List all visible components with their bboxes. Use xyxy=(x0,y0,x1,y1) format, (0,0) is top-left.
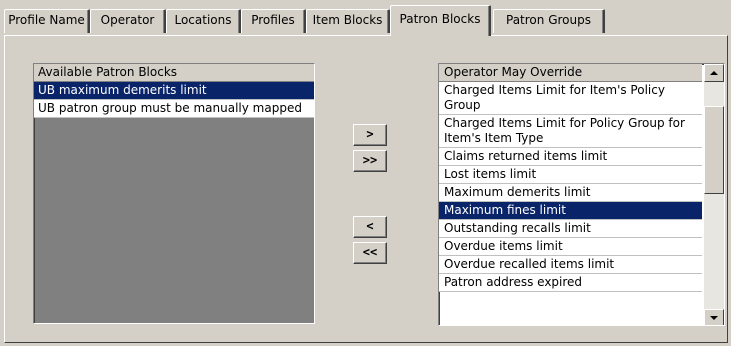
tab-profile-name[interactable]: Profile Name xyxy=(4,9,90,33)
list-item[interactable]: UB maximum demerits limit xyxy=(34,82,314,100)
list-content: Operator May Override Charged Items Limi… xyxy=(439,64,702,325)
chevron-down-icon xyxy=(710,316,718,320)
tab-strip: Profile Name Operator Locations Profiles… xyxy=(0,0,731,40)
list-item[interactable]: Maximum fines limit xyxy=(439,202,702,220)
list-item[interactable]: Maximum demerits limit xyxy=(439,184,702,202)
tab-label: Patron Groups xyxy=(506,13,591,27)
list-item[interactable]: UB patron group must be manually mapped xyxy=(34,100,314,118)
scroll-thumb[interactable] xyxy=(704,106,724,194)
chevron-up-icon xyxy=(710,71,718,75)
add-button[interactable]: > xyxy=(353,124,387,146)
tab-operator[interactable]: Operator xyxy=(90,9,166,33)
list-header: Available Patron Blocks xyxy=(34,64,314,82)
list-item[interactable]: Patron address expired xyxy=(439,274,702,292)
available-patron-blocks-list[interactable]: Available Patron Blocks UB maximum demer… xyxy=(33,63,315,324)
tab-label: Profile Name xyxy=(8,13,85,27)
list-item[interactable]: Claims returned items limit xyxy=(439,148,702,166)
list-item[interactable]: Charged Items Limit for Policy Group for… xyxy=(439,115,702,148)
remove-button[interactable]: < xyxy=(353,216,387,238)
scroll-down-button[interactable] xyxy=(704,309,724,325)
list-header: Operator May Override xyxy=(439,64,702,82)
vertical-scrollbar[interactable] xyxy=(704,64,724,325)
tab-label: Locations xyxy=(174,13,232,27)
tab-profiles[interactable]: Profiles xyxy=(241,9,306,33)
operator-may-override-list[interactable]: Operator May Override Charged Items Limi… xyxy=(438,63,725,326)
scroll-up-button[interactable] xyxy=(704,64,724,82)
tab-patron-groups[interactable]: Patron Groups xyxy=(493,9,605,33)
tab-item-blocks[interactable]: Item Blocks xyxy=(306,9,390,33)
tab-label: Profiles xyxy=(251,13,295,27)
list-item[interactable]: Overdue recalled items limit xyxy=(439,256,702,274)
list-item[interactable]: Overdue items limit xyxy=(439,238,702,256)
remove-all-button[interactable]: << xyxy=(353,242,387,264)
tab-label: Operator xyxy=(100,13,155,27)
list-item[interactable]: Lost items limit xyxy=(439,166,702,184)
tab-patron-blocks[interactable]: Patron Blocks xyxy=(390,5,491,36)
tab-label: Item Blocks xyxy=(312,13,383,27)
list-item[interactable]: Charged Items Limit for Item's Policy Gr… xyxy=(439,82,702,115)
tab-label: Patron Blocks xyxy=(399,12,481,26)
add-all-button[interactable]: >> xyxy=(353,150,387,172)
list-item[interactable]: Outstanding recalls limit xyxy=(439,220,702,238)
tab-locations[interactable]: Locations xyxy=(166,9,241,33)
